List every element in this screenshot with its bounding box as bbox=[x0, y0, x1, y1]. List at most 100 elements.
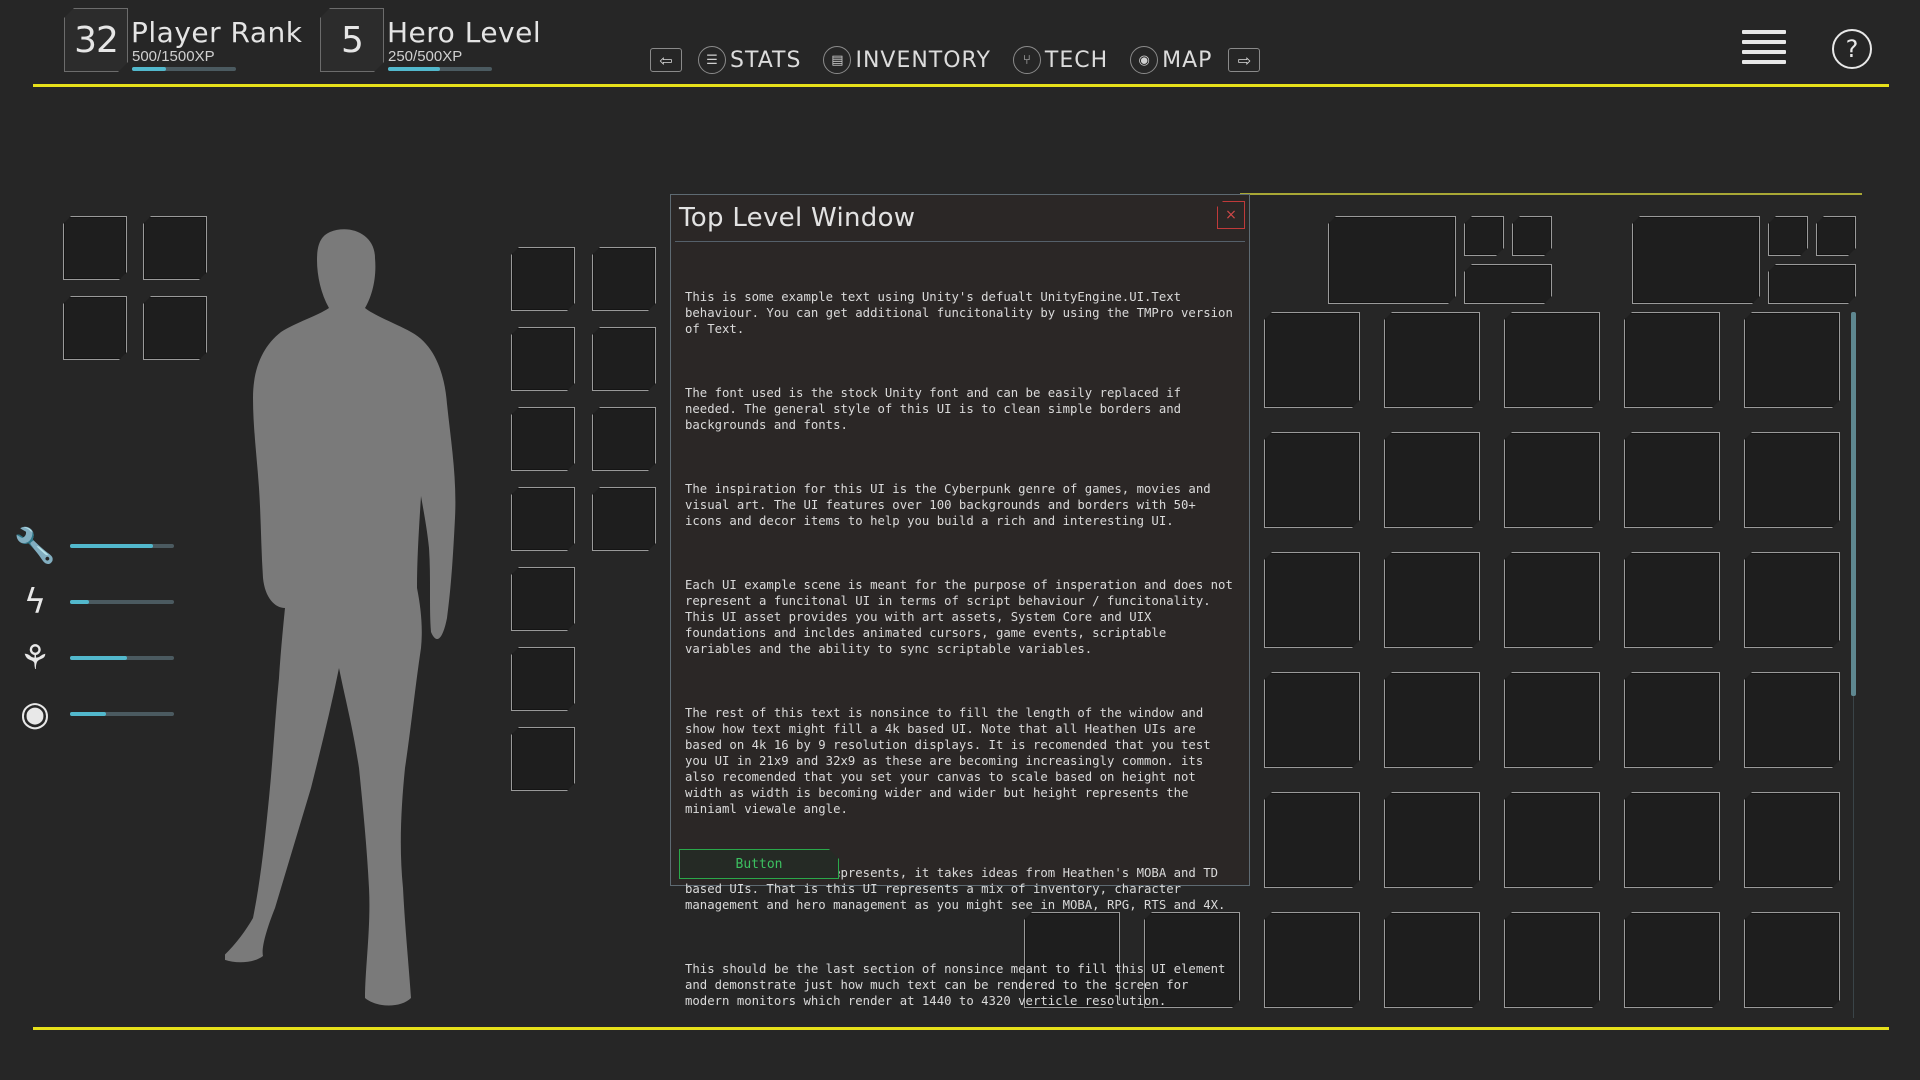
inventory-slot[interactable] bbox=[1384, 792, 1480, 888]
inventory-slot[interactable] bbox=[1744, 312, 1840, 408]
hero-level-badge: 5 bbox=[320, 8, 384, 72]
close-icon[interactable]: × bbox=[1217, 201, 1245, 229]
equip-slot[interactable] bbox=[143, 296, 207, 360]
stat-row-brain: ⚘ bbox=[14, 637, 174, 679]
equip-slot[interactable] bbox=[63, 216, 127, 280]
equip-slot[interactable] bbox=[511, 327, 575, 391]
window-text: This is some example text using Unity's … bbox=[685, 257, 1235, 1057]
tab-inventory[interactable]: ▤ INVENTORY bbox=[823, 46, 990, 74]
hero-level-xp: 250/500XP bbox=[388, 48, 463, 65]
inventory-slot[interactable] bbox=[1624, 432, 1720, 528]
tech-tree-icon: ⑂ bbox=[1012, 46, 1041, 74]
inventory-slot[interactable] bbox=[1504, 792, 1600, 888]
inventory-small-slot[interactable] bbox=[1816, 216, 1856, 256]
inventory-slot[interactable] bbox=[1384, 312, 1480, 408]
inventory-wide-slot[interactable] bbox=[1768, 264, 1856, 304]
hamburger-icon[interactable] bbox=[1742, 30, 1786, 64]
inventory-large-slot[interactable] bbox=[1632, 216, 1760, 304]
inventory-slot[interactable] bbox=[1624, 912, 1720, 1008]
inventory-slot[interactable] bbox=[1504, 912, 1600, 1008]
inventory-slot[interactable] bbox=[1504, 672, 1600, 768]
inventory-slot[interactable] bbox=[1384, 912, 1480, 1008]
equip-slot[interactable] bbox=[511, 647, 575, 711]
map-pin-icon: ◉ bbox=[1130, 46, 1159, 74]
equip-slot[interactable] bbox=[511, 487, 575, 551]
arrow-right-icon[interactable]: ⇨ bbox=[1228, 48, 1261, 72]
window-paragraph: The inspiration for this UI is the Cyber… bbox=[685, 482, 1219, 528]
help-button[interactable]: ? bbox=[1832, 29, 1872, 69]
character-silhouette bbox=[225, 229, 456, 1006]
window-divider bbox=[675, 241, 1245, 242]
player-rank-title: Player Rank bbox=[131, 16, 303, 49]
inventory-slot[interactable] bbox=[1624, 312, 1720, 408]
equip-slot[interactable] bbox=[511, 727, 575, 791]
player-rank-badge: 32 bbox=[64, 8, 128, 72]
equip-slot[interactable] bbox=[63, 296, 127, 360]
inventory-small-slot[interactable] bbox=[1512, 216, 1552, 256]
equip-slot[interactable] bbox=[592, 487, 656, 551]
tab-stats-label: STATS bbox=[730, 47, 802, 73]
inventory-slot[interactable] bbox=[1264, 672, 1360, 768]
window-title: Top Level Window bbox=[679, 203, 916, 233]
player-rank-progress bbox=[132, 67, 236, 71]
inventory-slot[interactable] bbox=[1384, 432, 1480, 528]
inventory-slot[interactable] bbox=[1264, 312, 1360, 408]
inventory-slot[interactable] bbox=[1624, 672, 1720, 768]
stat-bar-eye bbox=[70, 712, 174, 716]
tab-tech[interactable]: ⑂ TECH bbox=[1012, 46, 1109, 74]
inventory-slot[interactable] bbox=[1384, 672, 1480, 768]
inventory-slot[interactable] bbox=[1264, 792, 1360, 888]
brain-icon: ⚘ bbox=[19, 638, 51, 678]
equip-slot[interactable] bbox=[143, 216, 207, 280]
eye-icon: ◉ bbox=[20, 694, 50, 734]
stat-row-lightning: ϟ bbox=[14, 581, 174, 623]
player-rank-xp: 500/1500XP bbox=[132, 48, 215, 65]
equip-slot[interactable] bbox=[592, 407, 656, 471]
window-paragraph: Each UI example scene is meant for the p… bbox=[685, 578, 1241, 656]
stat-row-wrench: 🔧 bbox=[14, 525, 174, 567]
tab-map-label: MAP bbox=[1162, 47, 1213, 73]
inventory-slot[interactable] bbox=[1264, 912, 1360, 1008]
inventory-slot[interactable] bbox=[1384, 552, 1480, 648]
inventory-wide-slot[interactable] bbox=[1464, 264, 1552, 304]
window-paragraph: The rest of this text is nonsince to fil… bbox=[685, 706, 1219, 816]
tab-map[interactable]: ◉ MAP bbox=[1130, 46, 1212, 74]
window-paragraph: This is some example text using Unity's … bbox=[685, 290, 1241, 336]
inventory-top-border bbox=[1240, 193, 1862, 195]
tab-inventory-label: INVENTORY bbox=[855, 47, 991, 73]
inventory-slot[interactable] bbox=[1264, 432, 1360, 528]
inventory-slot[interactable] bbox=[1744, 552, 1840, 648]
wrench-icon: 🔧 bbox=[13, 526, 57, 566]
inventory-slot[interactable] bbox=[1504, 312, 1600, 408]
window-button[interactable]: Button bbox=[679, 849, 839, 879]
inventory-small-slot[interactable] bbox=[1464, 216, 1504, 256]
main-nav: ⇦ ☰ STATS ▤ INVENTORY ⑂ TECH ◉ MAP ⇨ bbox=[650, 43, 1261, 77]
inventory-small-slot[interactable] bbox=[1768, 216, 1808, 256]
inventory-slot[interactable] bbox=[1744, 912, 1840, 1008]
inventory-slot[interactable] bbox=[1624, 792, 1720, 888]
inventory-slot[interactable] bbox=[1504, 552, 1600, 648]
equip-slot[interactable] bbox=[511, 247, 575, 311]
inventory-slot[interactable] bbox=[1504, 432, 1600, 528]
tab-tech-label: TECH bbox=[1044, 47, 1109, 73]
hero-level-title: Hero Level bbox=[387, 16, 542, 49]
inventory-slot[interactable] bbox=[1624, 552, 1720, 648]
inventory-slot[interactable] bbox=[1744, 432, 1840, 528]
box-icon: ▤ bbox=[823, 46, 852, 74]
inventory-scrollbar[interactable] bbox=[1851, 312, 1856, 696]
stat-bar-lightning bbox=[70, 600, 174, 604]
stat-bar-brain bbox=[70, 656, 174, 660]
equip-slot[interactable] bbox=[511, 407, 575, 471]
equip-slot[interactable] bbox=[592, 247, 656, 311]
inventory-slot[interactable] bbox=[1744, 792, 1840, 888]
equip-slot[interactable] bbox=[511, 567, 575, 631]
inventory-slot[interactable] bbox=[1264, 552, 1360, 648]
inventory-slot[interactable] bbox=[1744, 672, 1840, 768]
hero-level-progress bbox=[388, 67, 492, 71]
tab-stats[interactable]: ☰ STATS bbox=[698, 46, 801, 74]
equip-slot[interactable] bbox=[592, 327, 656, 391]
inventory-large-slot[interactable] bbox=[1328, 216, 1456, 304]
list-icon: ☰ bbox=[698, 46, 726, 74]
arrow-left-icon[interactable]: ⇦ bbox=[650, 48, 682, 72]
header-divider bbox=[33, 84, 1889, 87]
